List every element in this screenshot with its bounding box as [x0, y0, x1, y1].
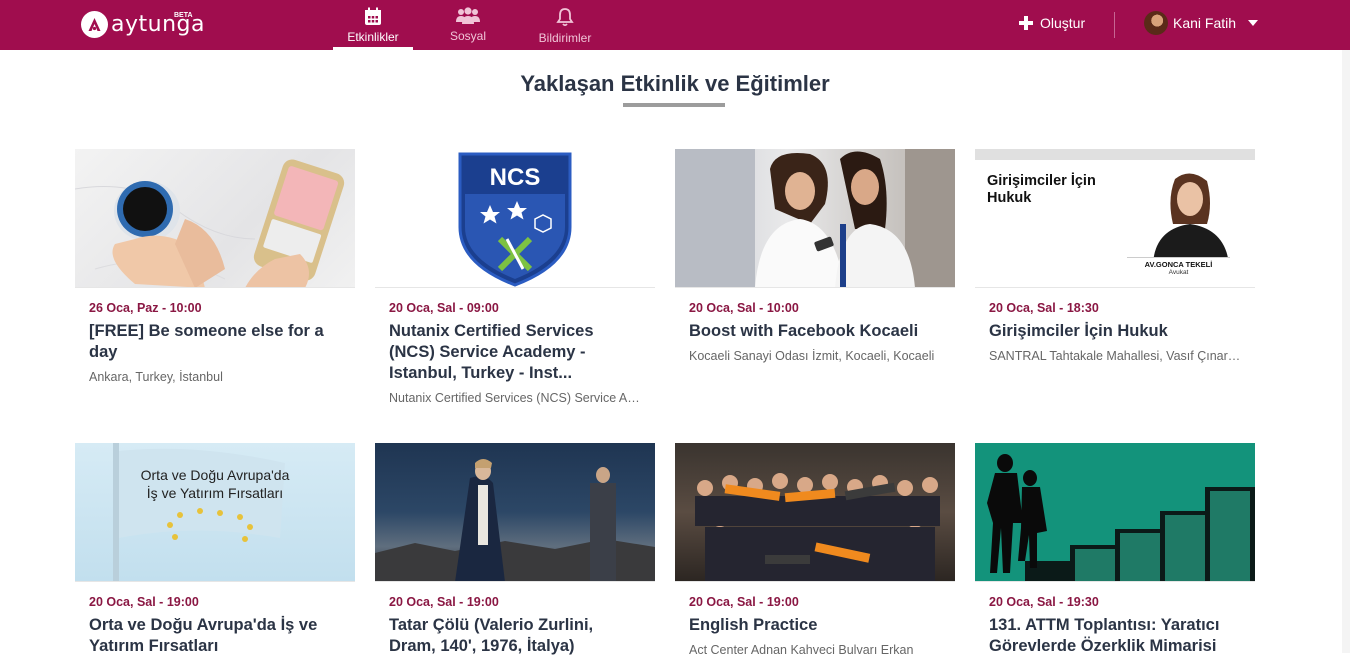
speaker-role: Avukat	[1168, 269, 1189, 276]
title-underline	[623, 103, 725, 107]
nav-social[interactable]: Sosyal	[436, 0, 500, 50]
speaker-portrait	[1153, 173, 1229, 264]
plus-icon	[1019, 16, 1033, 30]
event-location: Act Center Adnan Kahveci Bulvarı Erkan	[689, 643, 914, 654]
event-title[interactable]: Tatar Çölü (Valerio Zurlini, Dram, 140',…	[389, 615, 641, 657]
beta-badge: BETA	[174, 12, 193, 19]
event-date: 20 Oca, Sal - 19:00	[689, 595, 799, 609]
event-image[interactable]	[675, 149, 955, 288]
nav-notifications[interactable]: Bildirimler	[532, 0, 598, 50]
event-card[interactable]: Girişimciler İçin Hukuk AV.GONCA TEKELİ …	[975, 149, 1255, 363]
speaker-name: AV.GONCA TEKELİ	[1144, 260, 1213, 269]
event-card[interactable]: Orta ve Doğu Avrupa'da İş ve Yatırım Fır…	[75, 443, 355, 657]
eu-flag-poster	[113, 443, 285, 581]
event-location: Kocaeli Sanayi Odası İzmit, Kocaeli, Koc…	[689, 349, 935, 363]
event-location: Ankara, Turkey, İstanbul	[89, 370, 223, 384]
thumb-top-bar	[975, 149, 1255, 160]
event-date: 20 Oca, Sal - 19:30	[989, 595, 1099, 609]
users-icon	[456, 7, 480, 24]
header-divider	[1114, 12, 1115, 38]
event-title[interactable]: Orta ve Doğu Avrupa'da İş ve Yatırım Fır…	[89, 615, 341, 657]
event-image[interactable]	[975, 443, 1255, 582]
event-image[interactable]	[75, 149, 355, 288]
coffee-phone-photo	[75, 159, 345, 287]
event-card[interactable]: NCS 20 Oca, Sal - 09:00 Nutanix Certifie…	[375, 149, 655, 405]
event-date: 20 Oca, Sal - 18:30	[989, 301, 1099, 315]
event-title[interactable]: Nutanix Certified Services (NCS) Service…	[389, 321, 641, 384]
group-photo	[695, 473, 940, 581]
logo-mark-icon	[81, 11, 108, 38]
two-women-phone-photo	[675, 149, 955, 287]
nav-social-label: Sosyal	[449, 29, 487, 43]
user-name: Kani Fatih	[1173, 15, 1237, 31]
stairs-illustration	[987, 454, 1255, 581]
speaker-label-box: AV.GONCA TEKELİ Avukat	[1127, 257, 1230, 280]
create-button-label: Oluştur	[1040, 15, 1086, 31]
calendar-icon	[365, 7, 381, 25]
avatar	[1144, 11, 1168, 35]
event-date: 26 Oca, Paz - 10:00	[89, 301, 202, 315]
event-image[interactable]: Orta ve Doğu Avrupa'da İş ve Yatırım Fır…	[75, 443, 355, 582]
badge-text: NCS	[490, 164, 541, 191]
chevron-down-icon	[1248, 20, 1259, 26]
event-image[interactable]: Girişimciler İçin Hukuk AV.GONCA TEKELİ …	[975, 149, 1255, 288]
event-title[interactable]: Girişimciler İçin Hukuk	[989, 321, 1241, 342]
event-image[interactable]: NCS	[375, 149, 655, 288]
event-date: 20 Oca, Sal - 19:00	[389, 595, 499, 609]
create-button[interactable]: Oluştur	[1019, 15, 1085, 31]
event-location: SANTRAL Tahtakale Mahallesi, Vasıf Çınar…	[989, 349, 1241, 363]
film-still-photo	[375, 459, 655, 581]
bell-icon	[556, 8, 574, 27]
thumb-title: Girişimciler İçin Hukuk	[987, 173, 1096, 206]
event-title[interactable]: Boost with Facebook Kocaeli	[689, 321, 941, 342]
event-location: Nutanix Certified Services (NCS) Service…	[389, 391, 641, 405]
poster-line-1: Orta ve Doğu Avrupa'da	[140, 467, 290, 483]
user-menu[interactable]: Kani Fatih	[1144, 11, 1259, 35]
page-scrollbar[interactable]	[1342, 50, 1350, 653]
page-title: Yaklaşan Etkinlik ve Eğitimler	[520, 71, 830, 96]
event-title[interactable]: 131. ATTM Toplantısı: Yaratıcı Görevlerd…	[989, 615, 1241, 657]
event-date: 20 Oca, Sal - 19:00	[89, 595, 199, 609]
event-card[interactable]: 26 Oca, Paz - 10:00 [FREE] Be someone el…	[75, 149, 355, 384]
poster-line-2: İş ve Yatırım Fırsatları	[146, 485, 284, 501]
event-title[interactable]: English Practice	[689, 615, 941, 636]
event-image[interactable]	[375, 443, 655, 582]
event-image[interactable]	[675, 443, 955, 582]
ncs-badge-image: NCS	[458, 152, 572, 287]
event-date: 20 Oca, Sal - 09:00	[389, 301, 499, 315]
event-date: 20 Oca, Sal - 10:00	[689, 301, 799, 315]
nav-events[interactable]: Etkinlikler	[333, 0, 413, 50]
event-card[interactable]: 20 Oca, Sal - 19:30 131. ATTM Toplantısı…	[975, 443, 1255, 657]
event-card[interactable]: 20 Oca, Sal - 19:00 Tatar Çölü (Valerio …	[375, 443, 655, 657]
logo[interactable]: aytunga BETA	[81, 11, 205, 38]
nav-events-label: Etkinlikler	[347, 30, 399, 44]
event-card[interactable]: 20 Oca, Sal - 19:00 English Practice Act…	[675, 443, 955, 654]
event-card[interactable]: 20 Oca, Sal - 10:00 Boost with Facebook …	[675, 149, 955, 363]
nav-notifications-label: Bildirimler	[538, 31, 592, 45]
top-navigation-bar: aytunga BETA Etkinlikler Sosyal Bildirim…	[0, 0, 1350, 50]
event-title[interactable]: [FREE] Be someone else for a day	[89, 321, 341, 363]
